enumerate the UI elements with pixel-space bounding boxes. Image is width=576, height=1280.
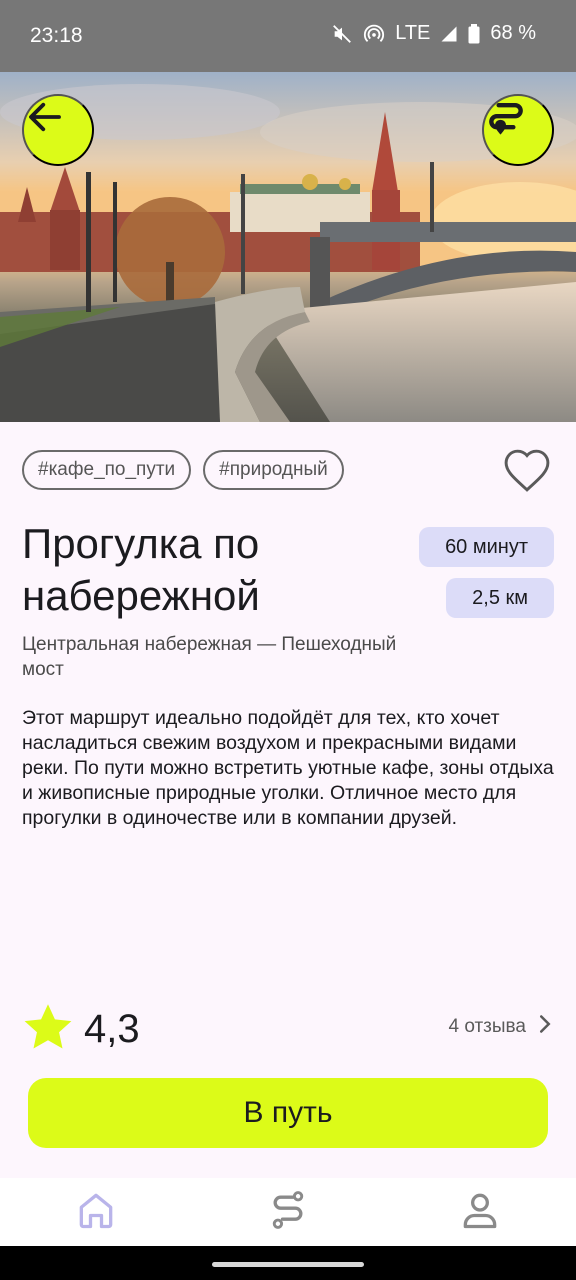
nav-profile[interactable] — [450, 1182, 510, 1242]
route-title: Прогулка по набережной — [22, 520, 260, 619]
tag-chip[interactable]: #природный — [203, 450, 344, 490]
route-hero-image — [0, 72, 576, 422]
distance-chip: 2,5 км — [446, 578, 554, 618]
status-time: 23:18 — [30, 24, 83, 47]
rating-value: 4,3 — [84, 1007, 140, 1051]
heart-icon — [501, 447, 553, 496]
nav-routes[interactable] — [258, 1182, 318, 1242]
chevron-right-icon — [538, 1014, 552, 1040]
battery-level: 68 % — [490, 22, 536, 44]
hotspot-icon — [363, 23, 385, 45]
start-route-button[interactable]: В путь — [28, 1078, 548, 1148]
profile-icon — [458, 1188, 502, 1237]
rating: 4,3 — [22, 1002, 140, 1057]
route-description: Этот маршрут идеально подойдёт для тех, … — [22, 707, 554, 829]
status-icons: LTE 68 % — [331, 22, 536, 45]
network-label: LTE — [395, 22, 431, 44]
back-button[interactable] — [22, 94, 94, 166]
favorite-button[interactable] — [500, 446, 554, 496]
nav-home[interactable] — [66, 1182, 126, 1242]
battery-icon — [468, 23, 480, 44]
routes-icon — [266, 1188, 310, 1237]
route-details: #кафе_по_пути #природный Прогулка по наб… — [0, 422, 576, 1178]
signal-icon — [440, 25, 458, 43]
mute-icon — [331, 23, 353, 45]
bottom-navigation — [0, 1178, 576, 1246]
home-icon — [74, 1188, 118, 1237]
reviews-link[interactable]: 4 отзыва — [448, 1014, 552, 1040]
gesture-handle[interactable] — [212, 1262, 364, 1267]
system-gesture-area — [0, 1246, 576, 1280]
tag-list: #кафе_по_пути #природный — [22, 450, 344, 490]
tag-chip[interactable]: #кафе_по_пути — [22, 450, 192, 490]
duration-chip: 60 минут — [419, 527, 554, 567]
reviews-label: 4 отзыва — [448, 1016, 526, 1037]
status-bar: 23:18 LTE 68 % — [0, 0, 576, 72]
star-icon — [22, 1002, 74, 1057]
route-endpoints: Центральная набережная — Пешеходный мост — [22, 634, 397, 680]
route-map-button[interactable] — [482, 94, 554, 166]
